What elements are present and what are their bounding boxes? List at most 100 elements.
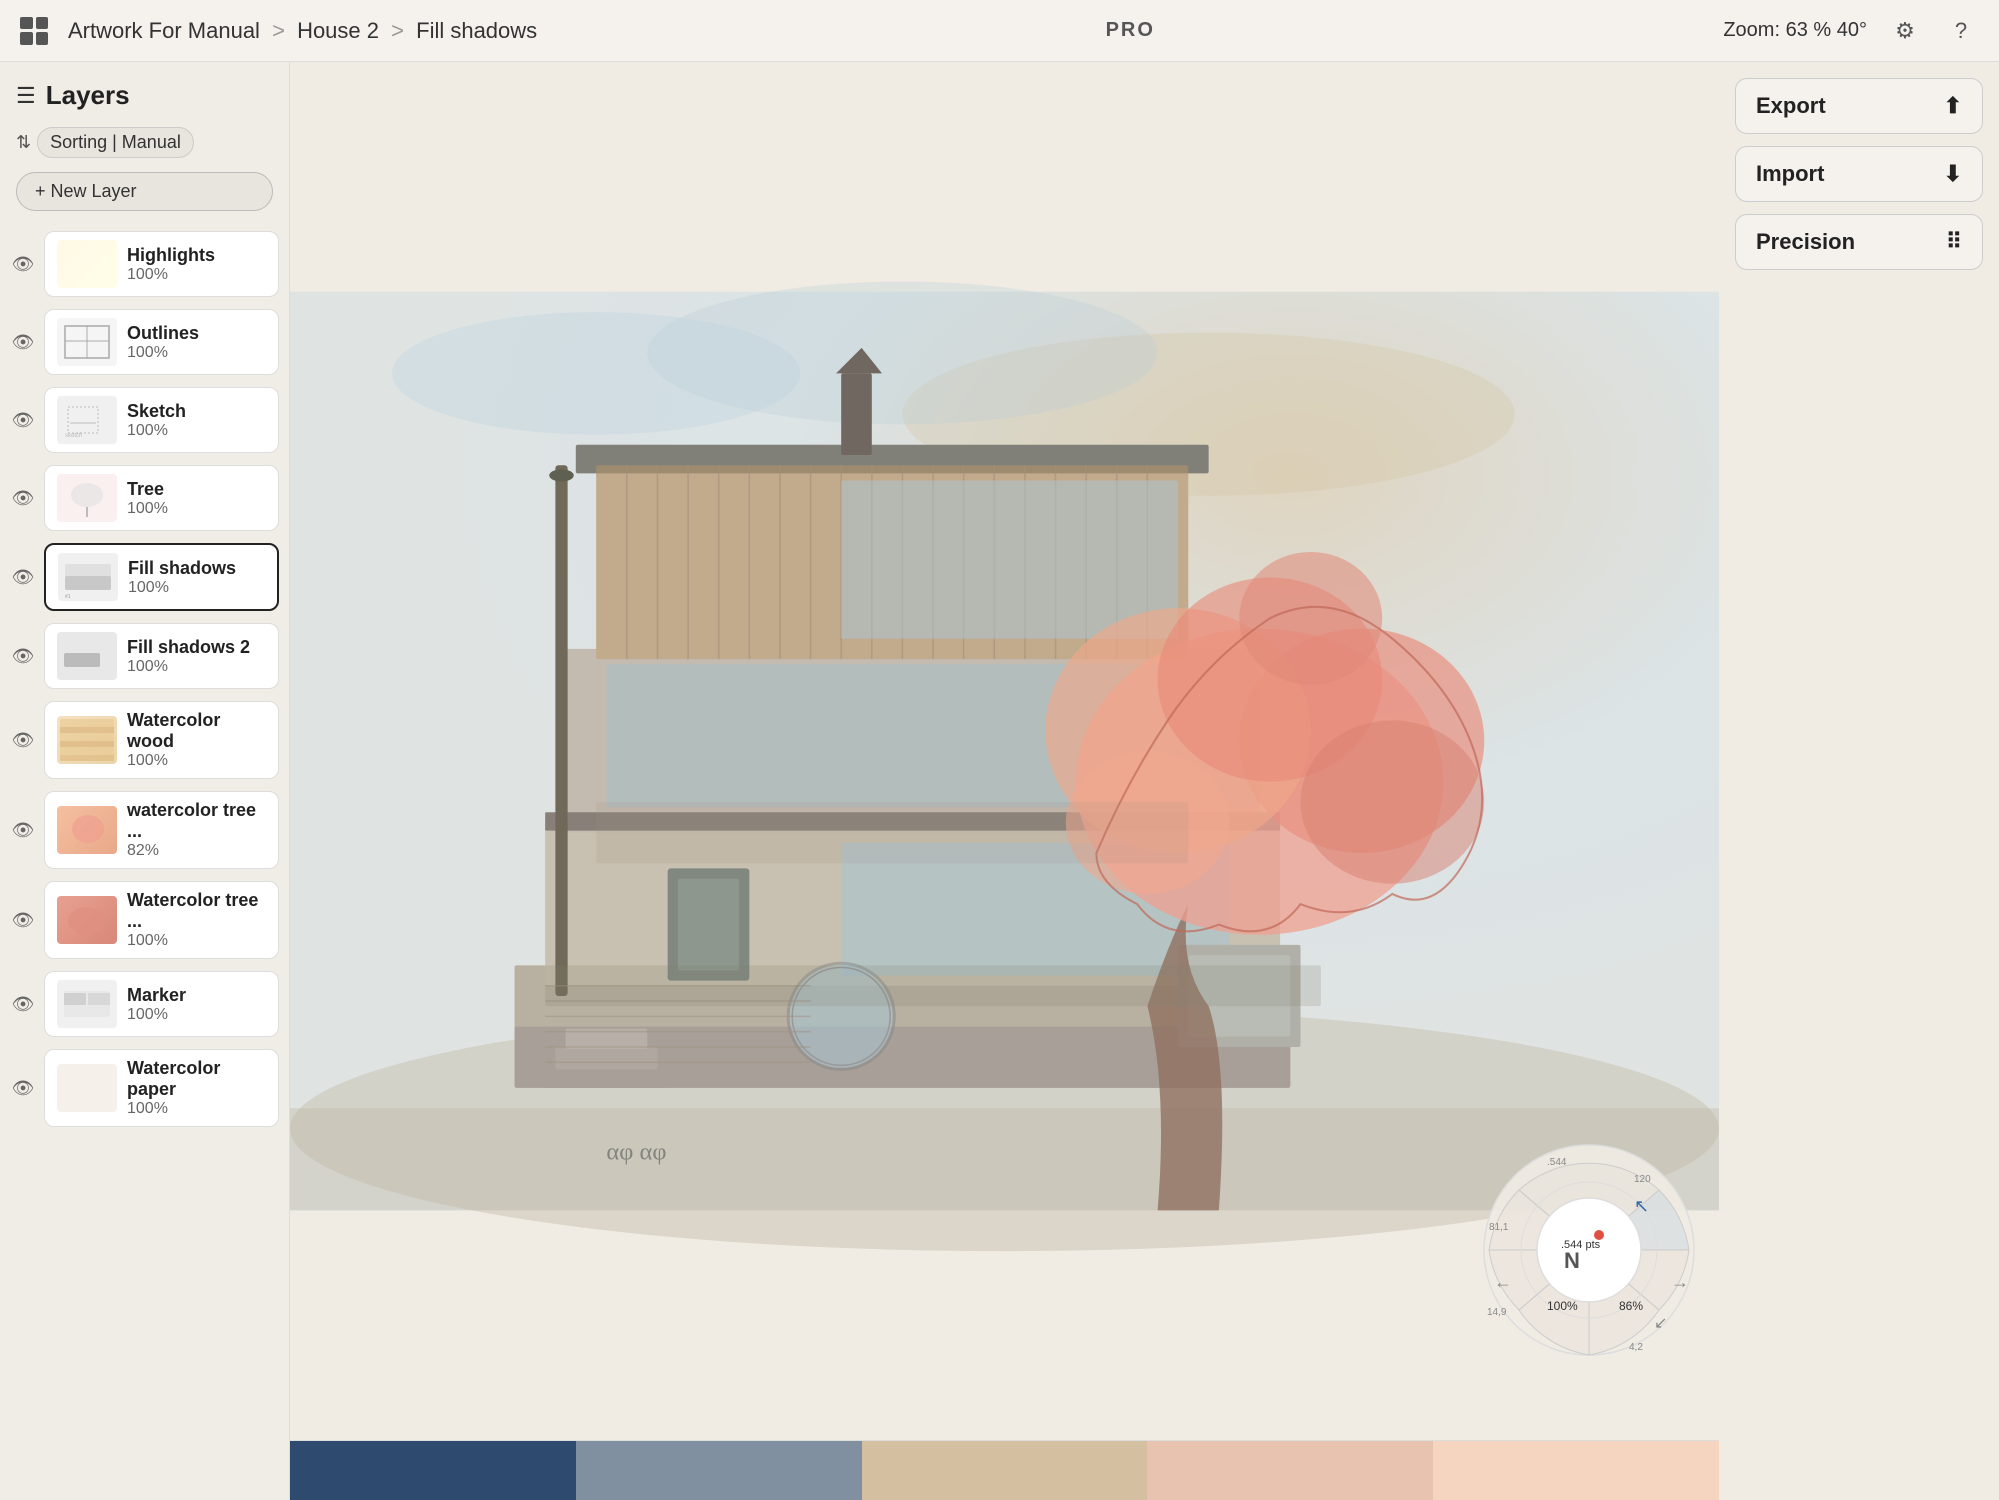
layer-info-fillshadows: Fill shadows 100% bbox=[128, 558, 265, 597]
settings-button[interactable]: ⚙ bbox=[1887, 13, 1923, 49]
layer-opacity-wctree1: 82% bbox=[127, 842, 266, 860]
layer-info-wcwood: Watercolor wood 100% bbox=[127, 710, 266, 770]
layer-item-fillshadows2[interactable]: 👁 Fill shadows 2 100% bbox=[0, 617, 289, 695]
layer-thumb-highlights bbox=[57, 240, 117, 288]
color-swatch-1[interactable] bbox=[290, 1441, 576, 1500]
layer-item-sketch[interactable]: 👁 sketch Sketch 100% bbox=[0, 381, 289, 459]
layer-item-marker[interactable]: 👁 Marker 100% bbox=[0, 965, 289, 1043]
breadcrumb-project[interactable]: Artwork For Manual bbox=[68, 18, 260, 43]
breadcrumb: Artwork For Manual > House 2 > Fill shad… bbox=[68, 18, 537, 44]
wcwood-thumbnail-svg bbox=[60, 719, 114, 761]
visibility-icon-fillshadows[interactable]: 👁 bbox=[10, 567, 36, 588]
layer-info-wctree2: Watercolor tree ... 100% bbox=[127, 890, 266, 950]
layer-opacity-wctree2: 100% bbox=[127, 932, 266, 950]
sorting-bar[interactable]: ⇅ Sorting | Manual bbox=[0, 121, 289, 164]
visibility-icon-wctree2[interactable]: 👁 bbox=[10, 910, 36, 931]
canvas-area[interactable]: αφ αφ bbox=[290, 62, 1719, 1440]
layer-opacity-wcpaper: 100% bbox=[127, 1100, 266, 1118]
layer-item-wcwood[interactable]: 👁 Watercolor wood 100% bbox=[0, 695, 289, 785]
wctree2-thumbnail-svg bbox=[60, 899, 114, 941]
layer-name-wcwood: Watercolor wood bbox=[127, 710, 266, 752]
layer-item-tree[interactable]: 👁 Tree 100% bbox=[0, 459, 289, 537]
wheel-svg: ↖ → ↙ ← N .544 pts 100% 86% 120 81,1 14,… bbox=[1479, 1140, 1699, 1360]
layer-name-wcpaper: Watercolor paper bbox=[127, 1058, 266, 1100]
layer-card-sketch: sketch Sketch 100% bbox=[44, 387, 279, 453]
layer-info-highlights: Highlights 100% bbox=[127, 245, 266, 284]
layer-opacity-fillshadows2: 100% bbox=[127, 658, 266, 676]
visibility-icon-highlights[interactable]: 👁 bbox=[10, 254, 36, 275]
svg-text:120: 120 bbox=[1634, 1174, 1651, 1185]
layer-card-wctree2: Watercolor tree ... 100% bbox=[44, 881, 279, 959]
export-label: Export bbox=[1756, 93, 1826, 119]
layer-item-highlights[interactable]: 👁 Highlights 100% bbox=[0, 225, 289, 303]
color-swatch-4[interactable] bbox=[1147, 1441, 1433, 1500]
visibility-icon-wcpaper[interactable]: 👁 bbox=[10, 1078, 36, 1099]
svg-text:100%: 100% bbox=[1547, 1299, 1578, 1313]
svg-text:αφ αφ: αφ αφ bbox=[606, 1138, 666, 1165]
pro-badge: PRO bbox=[1106, 19, 1155, 41]
layer-thumb-wcwood bbox=[57, 716, 117, 764]
visibility-icon-outlines[interactable]: 👁 bbox=[10, 332, 36, 353]
color-swatch-3[interactable] bbox=[862, 1441, 1148, 1500]
outlines-thumbnail-svg bbox=[60, 321, 114, 363]
layer-thumb-fillshadows: #1 bbox=[58, 553, 118, 601]
visibility-icon-sketch[interactable]: 👁 bbox=[10, 410, 36, 431]
layer-thumb-tree bbox=[57, 474, 117, 522]
layers-list: 👁 Highlights 100% 👁 bbox=[0, 219, 289, 1500]
visibility-icon-fillshadows2[interactable]: 👁 bbox=[10, 646, 36, 667]
color-strip bbox=[290, 1440, 1719, 1500]
precision-wheel[interactable]: ↖ → ↙ ← N .544 pts 100% 86% 120 81,1 14,… bbox=[1479, 1140, 1699, 1360]
help-button[interactable]: ? bbox=[1943, 13, 1979, 49]
layer-card-fillshadows2: Fill shadows 2 100% bbox=[44, 623, 279, 689]
layer-item-fillshadows[interactable]: 👁 #1 Fill shadows 100% bbox=[0, 537, 289, 617]
grid-icon[interactable] bbox=[20, 17, 48, 45]
visibility-icon-wcwood[interactable]: 👁 bbox=[10, 730, 36, 751]
svg-text:↖: ↖ bbox=[1634, 1196, 1649, 1216]
svg-text:.544 pts: .544 pts bbox=[1561, 1239, 1601, 1251]
precision-icon: ⠿ bbox=[1946, 229, 1962, 255]
svg-text:←: ← bbox=[1494, 1272, 1512, 1292]
layer-card-outlines: Outlines 100% bbox=[44, 309, 279, 375]
zoom-label: Zoom: bbox=[1723, 19, 1780, 41]
layer-info-sketch: Sketch 100% bbox=[127, 401, 266, 440]
visibility-icon-tree[interactable]: 👁 bbox=[10, 488, 36, 509]
new-layer-button[interactable]: + New Layer bbox=[16, 172, 273, 211]
visibility-icon-marker[interactable]: 👁 bbox=[10, 994, 36, 1015]
layer-opacity-outlines: 100% bbox=[127, 344, 266, 362]
layers-header: ☰ Layers bbox=[0, 62, 289, 121]
layer-info-tree: Tree 100% bbox=[127, 479, 266, 518]
svg-text:sketch: sketch bbox=[65, 433, 82, 439]
svg-text:.544: .544 bbox=[1547, 1157, 1567, 1168]
header-left: Artwork For Manual > House 2 > Fill shad… bbox=[20, 17, 537, 45]
layer-info-fillshadows2: Fill shadows 2 100% bbox=[127, 637, 266, 676]
precision-label: Precision bbox=[1756, 229, 1855, 255]
layer-name-outlines: Outlines bbox=[127, 323, 266, 344]
layer-item-wctree1[interactable]: 👁 watercolor tree ... 82% bbox=[0, 785, 289, 875]
layer-item-wcpaper[interactable]: 👁 Watercolor paper 100% bbox=[0, 1043, 289, 1133]
layer-card-wcpaper: Watercolor paper 100% bbox=[44, 1049, 279, 1127]
visibility-icon-wctree1[interactable]: 👁 bbox=[10, 820, 36, 841]
layer-item-wctree2[interactable]: 👁 Watercolor tree ... 100% bbox=[0, 875, 289, 965]
sorting-icon: ⇅ bbox=[16, 132, 31, 153]
layer-card-highlights: Highlights 100% bbox=[44, 231, 279, 297]
layer-thumb-outlines bbox=[57, 318, 117, 366]
export-button[interactable]: Export ⬆ bbox=[1735, 78, 1983, 134]
menu-icon[interactable]: ☰ bbox=[16, 83, 36, 109]
sorting-label: Sorting | Manual bbox=[37, 127, 194, 158]
sketch-thumbnail-svg: sketch bbox=[60, 399, 114, 441]
layer-name-fillshadows: Fill shadows bbox=[128, 558, 265, 579]
svg-text:86%: 86% bbox=[1619, 1299, 1643, 1313]
breadcrumb-folder[interactable]: House 2 bbox=[297, 18, 379, 43]
import-button[interactable]: Import ⬇ bbox=[1735, 146, 1983, 202]
export-icon: ⬆ bbox=[1944, 93, 1962, 119]
layer-name-wctree2: Watercolor tree ... bbox=[127, 890, 266, 932]
breadcrumb-current: Fill shadows bbox=[416, 18, 537, 43]
precision-button[interactable]: Precision ⠿ bbox=[1735, 214, 1983, 270]
layer-name-highlights: Highlights bbox=[127, 245, 266, 266]
tree-thumbnail-svg bbox=[60, 477, 114, 519]
layer-opacity-marker: 100% bbox=[127, 1006, 266, 1024]
color-swatch-5[interactable] bbox=[1433, 1441, 1719, 1500]
color-swatch-2[interactable] bbox=[576, 1441, 862, 1500]
svg-text:#1: #1 bbox=[65, 594, 71, 598]
layer-item-outlines[interactable]: 👁 Outlines 100% bbox=[0, 303, 289, 381]
